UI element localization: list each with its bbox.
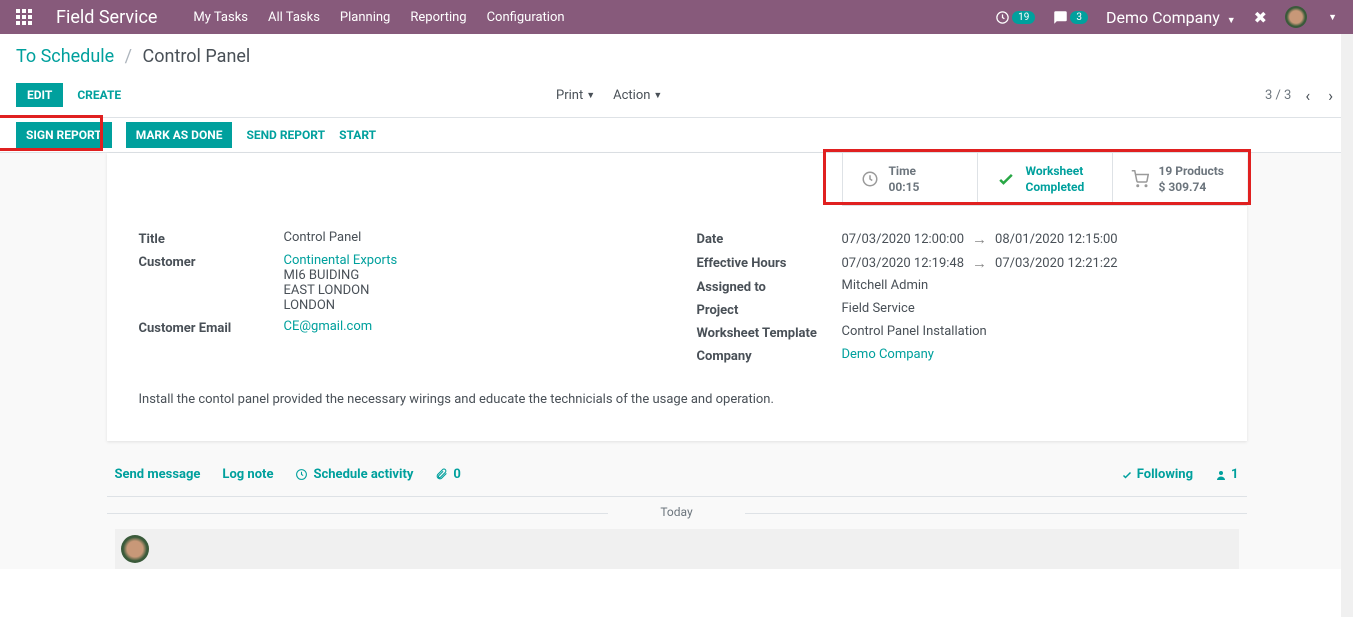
stat-worksheet-label: Worksheet bbox=[1026, 163, 1085, 179]
messaging-icon[interactable]: 3 bbox=[1053, 10, 1088, 25]
customer-addr2: EAST LONDON bbox=[284, 283, 370, 298]
log-note-button[interactable]: Log note bbox=[222, 467, 273, 482]
chatter: Send message Log note Schedule activity … bbox=[107, 453, 1247, 569]
nav-configuration[interactable]: Configuration bbox=[487, 10, 565, 25]
attachments-button[interactable]: 0 bbox=[435, 467, 460, 482]
date-separator: Today bbox=[107, 497, 1247, 529]
brand-title[interactable]: Field Service bbox=[56, 7, 157, 28]
schedule-activity-button[interactable]: Schedule activity bbox=[295, 467, 413, 482]
label-title: Title bbox=[139, 230, 284, 247]
nav-menu: My Tasks All Tasks Planning Reporting Co… bbox=[193, 10, 564, 25]
debug-close-icon[interactable]: ✖ bbox=[1254, 8, 1267, 27]
nav-reporting[interactable]: Reporting bbox=[410, 10, 466, 25]
message-avatar bbox=[121, 535, 149, 563]
pager-next[interactable]: › bbox=[1324, 86, 1337, 105]
create-button[interactable]: CREATE bbox=[77, 83, 121, 107]
label-customer-email: Customer Email bbox=[139, 319, 284, 336]
send-message-button[interactable]: Send message bbox=[115, 467, 201, 482]
value-project: Field Service bbox=[842, 301, 1215, 316]
customer-addr3: LONDON bbox=[284, 298, 336, 313]
nav-planning[interactable]: Planning bbox=[340, 10, 390, 25]
stat-products-label: 19 Products bbox=[1159, 163, 1224, 179]
mark-done-button[interactable]: MARK AS DONE bbox=[126, 122, 233, 148]
link-customer[interactable]: Continental Exports bbox=[284, 253, 398, 268]
apps-icon[interactable] bbox=[16, 9, 32, 25]
action-menu[interactable]: Action▼ bbox=[613, 88, 662, 103]
stat-buttons: Time 00:15 Worksheet Completed 19 Prod bbox=[107, 153, 1247, 206]
control-panel: To Schedule / Control Panel EDIT CREATE … bbox=[0, 34, 1353, 118]
followers-button[interactable]: 1 bbox=[1215, 467, 1238, 482]
check-icon bbox=[996, 169, 1016, 189]
sign-report-button[interactable]: SIGN REPORT bbox=[16, 122, 112, 148]
label-customer: Customer bbox=[139, 253, 284, 270]
status-bar: SIGN REPORT MARK AS DONE SEND REPORT STA… bbox=[0, 118, 1353, 153]
form-col-right: Date 07/03/2020 12:00:00 → 08/01/2020 12… bbox=[697, 230, 1215, 370]
link-company[interactable]: Demo Company bbox=[842, 347, 934, 362]
breadcrumb-separator: / bbox=[125, 46, 132, 67]
following-button[interactable]: Following bbox=[1121, 467, 1193, 482]
sheet-background: Time 00:15 Worksheet Completed 19 Prod bbox=[0, 153, 1353, 569]
eff-to: 07/03/2020 12:21:22 bbox=[995, 256, 1118, 271]
value-template: Control Panel Installation bbox=[842, 324, 1215, 339]
top-nav: Field Service My Tasks All Tasks Plannin… bbox=[0, 0, 1353, 34]
stat-time-label: Time bbox=[889, 163, 920, 179]
messaging-badge: 3 bbox=[1070, 11, 1088, 24]
nav-right: 19 3 Demo Company ▼ ✖ ▼ bbox=[995, 6, 1337, 28]
pager-prev[interactable]: ‹ bbox=[1301, 86, 1314, 105]
breadcrumb-parent[interactable]: To Schedule bbox=[16, 46, 114, 67]
date-from: 07/03/2020 12:00:00 bbox=[842, 232, 965, 247]
arrow-right-icon: → bbox=[972, 254, 987, 272]
task-description: Install the contol panel provided the ne… bbox=[139, 392, 1215, 429]
form-sheet: Time 00:15 Worksheet Completed 19 Prod bbox=[107, 153, 1247, 441]
activities-badge: 19 bbox=[1012, 11, 1035, 24]
nav-my-tasks[interactable]: My Tasks bbox=[193, 10, 248, 25]
customer-addr1: MI6 BUIDING bbox=[284, 268, 360, 283]
print-menu[interactable]: Print▼ bbox=[556, 88, 595, 103]
clock-icon bbox=[861, 170, 879, 188]
eff-from: 07/03/2020 12:19:48 bbox=[842, 256, 965, 271]
pager-counter[interactable]: 3 / 3 bbox=[1265, 88, 1291, 103]
user-menu-caret[interactable]: ▼ bbox=[1328, 12, 1337, 23]
label-effective-hours: Effective Hours bbox=[697, 254, 842, 271]
send-report-button[interactable]: SEND REPORT bbox=[246, 122, 325, 148]
cart-icon bbox=[1131, 170, 1149, 188]
user-avatar[interactable] bbox=[1285, 6, 1307, 28]
link-customer-email[interactable]: CE@gmail.com bbox=[284, 319, 373, 334]
stat-products[interactable]: 19 Products $ 309.74 bbox=[1112, 153, 1247, 206]
label-date: Date bbox=[697, 230, 842, 247]
stat-worksheet[interactable]: Worksheet Completed bbox=[977, 153, 1112, 206]
stat-time-value: 00:15 bbox=[889, 179, 920, 195]
label-company: Company bbox=[697, 347, 842, 364]
stat-worksheet-value: Completed bbox=[1026, 179, 1085, 195]
edit-button[interactable]: EDIT bbox=[16, 83, 63, 107]
nav-all-tasks[interactable]: All Tasks bbox=[268, 10, 320, 25]
activities-icon[interactable]: 19 bbox=[995, 10, 1035, 25]
breadcrumb: To Schedule / Control Panel bbox=[16, 46, 1337, 67]
value-assigned: Mitchell Admin bbox=[842, 278, 1215, 293]
date-to: 08/01/2020 12:15:00 bbox=[995, 232, 1118, 247]
company-switcher[interactable]: Demo Company ▼ bbox=[1106, 8, 1236, 27]
label-assigned: Assigned to bbox=[697, 278, 842, 295]
label-project: Project bbox=[697, 301, 842, 318]
stat-products-value: $ 309.74 bbox=[1159, 179, 1224, 195]
arrow-right-icon: → bbox=[972, 230, 987, 248]
company-name: Demo Company bbox=[1106, 8, 1224, 27]
form-col-left: Title Control Panel Customer Continental… bbox=[139, 230, 657, 370]
start-button[interactable]: START bbox=[339, 122, 376, 148]
breadcrumb-current: Control Panel bbox=[143, 46, 251, 67]
scrollbar[interactable] bbox=[1341, 34, 1353, 617]
message-row bbox=[115, 529, 1239, 569]
value-title: Control Panel bbox=[284, 230, 657, 245]
label-template: Worksheet Template bbox=[697, 324, 842, 341]
stat-time[interactable]: Time 00:15 bbox=[842, 153, 977, 206]
